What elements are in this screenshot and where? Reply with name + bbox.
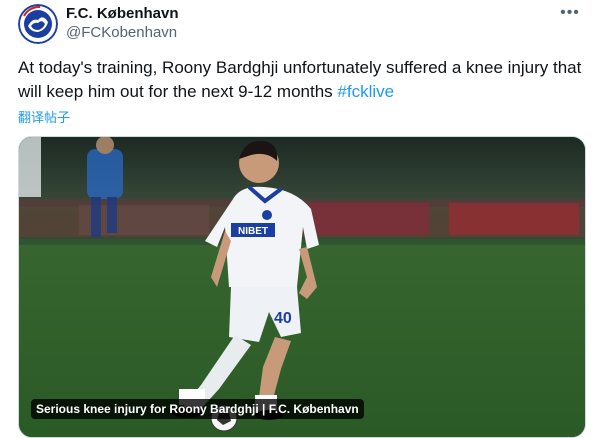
- tweet-header: F.C. København @FCKobenhavn •••: [18, 4, 588, 44]
- avatar[interactable]: [18, 4, 58, 44]
- tweet-media[interactable]: NIBET 40 Serious knee injury for Roony B…: [18, 136, 586, 438]
- tweet-text: At today's training, Roony Bardghji unfo…: [18, 56, 588, 104]
- translate-post-link[interactable]: 翻译帖子: [18, 107, 70, 126]
- account-names: F.C. København @FCKobenhavn: [66, 5, 179, 43]
- display-name[interactable]: F.C. København: [66, 5, 179, 23]
- jersey-number: 40: [274, 310, 292, 327]
- tweet-body: At today's training, Roony Bardghji unfo…: [18, 58, 582, 101]
- account-handle[interactable]: @FCKobenhavn: [66, 23, 179, 43]
- football-player-photo: NIBET 40: [19, 137, 585, 437]
- more-options-icon[interactable]: •••: [558, 5, 582, 22]
- hashtag-link[interactable]: #fcklive: [337, 82, 394, 101]
- media-caption: Serious knee injury for Roony Bardghji |…: [31, 399, 364, 419]
- jersey-sponsor: NIBET: [238, 226, 268, 237]
- fc-kobenhavn-crest-icon: [18, 4, 58, 44]
